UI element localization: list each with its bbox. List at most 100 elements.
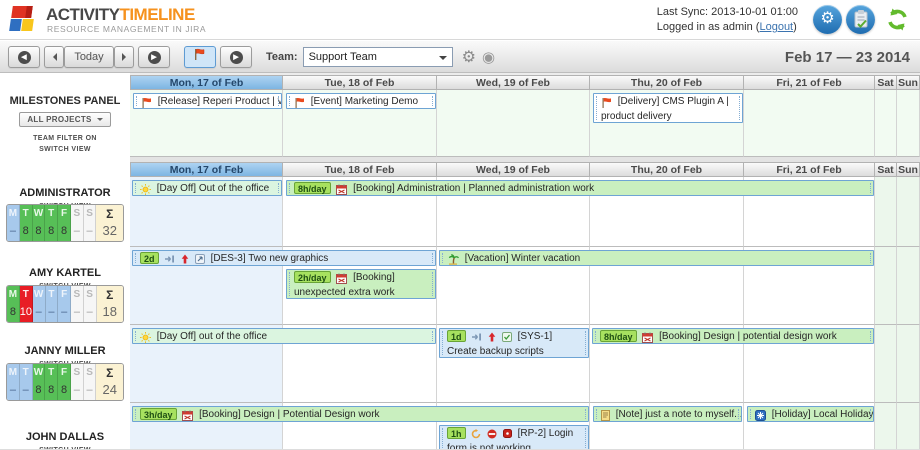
step-forward-button[interactable] — [114, 46, 134, 68]
scope-target-icon[interactable]: ◉ — [482, 48, 495, 66]
hours-badge: 8h/day — [600, 330, 637, 342]
booking-calendar-icon — [336, 184, 347, 196]
milestone-event[interactable]: [Event] Marketing Demo — [286, 93, 436, 109]
milestones-toggle-button[interactable] — [184, 46, 216, 68]
hours-badge: 3h/day — [140, 408, 177, 420]
day-cell[interactable] — [897, 177, 920, 247]
day-cell[interactable] — [897, 325, 920, 403]
event-booking[interactable]: 3h/day [Booking] Design | Potential Desi… — [132, 406, 589, 422]
settings-gear-icon[interactable]: ⚙ — [813, 5, 842, 34]
blocker-priority-icon — [487, 429, 497, 442]
milestone-delivery[interactable]: [Delivery] CMS Plugin A | product delive… — [593, 93, 743, 123]
day-header-wed[interactable]: Wed, 19 of Feb — [437, 75, 590, 90]
reports-clipboard-icon[interactable] — [846, 5, 875, 34]
day-cell[interactable] — [875, 177, 897, 247]
day-header-row: Mon, 17 of Feb Tue, 18 of Feb Wed, 19 of… — [130, 75, 920, 90]
day-header-thu[interactable]: Thu, 20 of Feb — [590, 75, 744, 90]
day-header-row: Mon, 17 of Feb Tue, 18 of Feb Wed, 19 of… — [130, 162, 920, 177]
day-cell[interactable] — [897, 403, 920, 450]
team-select[interactable]: Support Team — [303, 47, 453, 67]
day-header-sun[interactable]: Sun — [897, 162, 920, 177]
milestone-cell[interactable] — [875, 90, 897, 157]
milestone-cell[interactable] — [744, 90, 875, 157]
timeline-row-john-dallas: 3h/day [Booking] Design | Potential Desi… — [130, 403, 920, 450]
navigation-toolbar: ◀ Today ▶ ▶ Team: Support Team — [0, 41, 920, 73]
day-header-fri[interactable]: Fri, 21 of Feb — [744, 162, 875, 177]
day-header-sun[interactable]: Sun — [897, 75, 920, 90]
hours-badge: 8h/day — [294, 182, 331, 194]
flag-icon — [193, 48, 205, 66]
event-booking[interactable]: 2h/day [Booking] unexpected extra work — [286, 269, 436, 299]
day-header-tue[interactable]: Tue, 18 of Feb — [283, 75, 437, 90]
event-vacation[interactable]: [Vacation] Winter vacation — [439, 250, 874, 266]
workload-table-amy-kartel[interactable]: M8 T10 W– T– F– S– S– Σ18 — [6, 285, 124, 323]
improvement-type-icon — [195, 254, 205, 266]
step-back-button[interactable] — [44, 46, 64, 68]
sun-icon — [140, 332, 151, 344]
day-cell[interactable] — [875, 247, 897, 325]
next-milestone-button[interactable]: ▶ — [220, 46, 252, 68]
circle-right-arrow-icon: ▶ — [148, 51, 161, 64]
milestone-release[interactable]: [Release] Reperi Product | v3.1 — [133, 93, 282, 109]
team-settings-gear-icon[interactable]: ⚙ — [462, 47, 476, 67]
day-header-tue[interactable]: Tue, 18 of Feb — [283, 162, 437, 177]
day-header-sat[interactable]: Sat — [875, 75, 897, 90]
milestone-cell[interactable] — [437, 90, 590, 157]
event-task-sys-1[interactable]: 1d [SYS-1] Create backup scripts — [439, 328, 589, 358]
left-triangle-icon — [49, 53, 57, 61]
booking-calendar-icon — [642, 332, 653, 344]
event-booking[interactable]: 8h/day [Booking] Design | potential desi… — [592, 328, 874, 344]
duration-badge: 2d — [140, 252, 159, 264]
priority-up-icon — [181, 254, 189, 266]
jump-forward-button[interactable]: ▶ — [138, 46, 170, 68]
milestones-row: [Release] Reperi Product | v3.1 [Event] … — [130, 90, 920, 157]
day-cell[interactable] — [875, 325, 897, 403]
jump-back-button[interactable]: ◀ — [8, 46, 40, 68]
day-header-thu[interactable]: Thu, 20 of Feb — [590, 162, 744, 177]
event-holiday[interactable]: [Holiday] Local Holiday — [747, 406, 874, 422]
milestones-panel-title: MILESTONES PANEL — [0, 95, 130, 107]
today-button[interactable]: Today — [64, 46, 114, 68]
app-subtitle: RESOURCE MANAGEMENT IN JIRA — [47, 24, 206, 34]
chevron-down-icon — [97, 118, 103, 124]
sun-icon — [140, 184, 151, 196]
palm-tree-icon — [447, 254, 459, 266]
milestones-switch-view-link[interactable]: SWITCH VIEW — [39, 146, 91, 153]
event-booking[interactable]: 8h/day [Booking] Administration | Planne… — [286, 180, 874, 196]
day-cell[interactable] — [875, 403, 897, 450]
event-task-rp-2[interactable]: 1h [RP-2] Login form is not working — [439, 425, 589, 450]
event-dayoff[interactable]: [Day Off] out of the office — [132, 328, 436, 344]
holiday-icon — [755, 410, 766, 422]
day-header-sat[interactable]: Sat — [875, 162, 897, 177]
day-cell[interactable] — [897, 247, 920, 325]
duration-badge: 1d — [447, 330, 466, 342]
day-header-wed[interactable]: Wed, 19 of Feb — [437, 162, 590, 177]
logout-link[interactable]: Logout — [759, 21, 793, 33]
booking-calendar-icon — [336, 273, 347, 286]
session-info: Last Sync: 2013-10-01 01:00 Logged in as… — [657, 5, 798, 35]
workload-table-administrator[interactable]: M– T8 W8 T8 F8 S– S– Σ32 — [6, 204, 124, 242]
milestone-cell[interactable] — [897, 90, 920, 157]
left-sidebar: MILESTONES PANEL ALL PROJECTS TEAM FILTE… — [0, 73, 130, 450]
day-header-fri[interactable]: Fri, 21 of Feb — [744, 75, 875, 90]
last-sync-label: Last Sync: 2013-10-01 01:00 — [657, 5, 798, 20]
app-logo-icon — [10, 6, 36, 33]
sync-refresh-icon[interactable] — [883, 5, 912, 34]
note-icon — [601, 410, 610, 422]
day-header-mon[interactable]: Mon, 17 of Feb — [130, 75, 283, 90]
timeline-row-administrator: [Day Off] Out of the office 8h/day [Book… — [130, 177, 920, 247]
duration-badge: 1h — [447, 427, 466, 439]
timeline-row-janny-miller: [Day Off] out of the office 1d [SYS-1] C… — [130, 325, 920, 403]
workload-table-janny-miller[interactable]: M– T– W8 T8 F8 S– S– Σ24 — [6, 363, 124, 401]
day-header-mon[interactable]: Mon, 17 of Feb — [130, 162, 283, 177]
date-range-label: Feb 17 — 23 2014 — [785, 49, 910, 66]
all-projects-dropdown[interactable]: ALL PROJECTS — [19, 112, 111, 127]
event-note[interactable]: [Note] just a note to myself.... — [593, 406, 742, 422]
timeline-row-amy-kartel: 2d [DES-3] Two new graphics [Vacation] W… — [130, 247, 920, 325]
flag-icon — [294, 97, 305, 109]
event-task-des-3[interactable]: 2d [DES-3] Two new graphics — [132, 250, 436, 266]
in-progress-icon — [471, 429, 481, 442]
tracking-arrow-icon — [164, 254, 175, 266]
event-dayoff[interactable]: [Day Off] Out of the office — [132, 180, 282, 196]
circle-left-arrow-icon: ◀ — [18, 51, 31, 64]
